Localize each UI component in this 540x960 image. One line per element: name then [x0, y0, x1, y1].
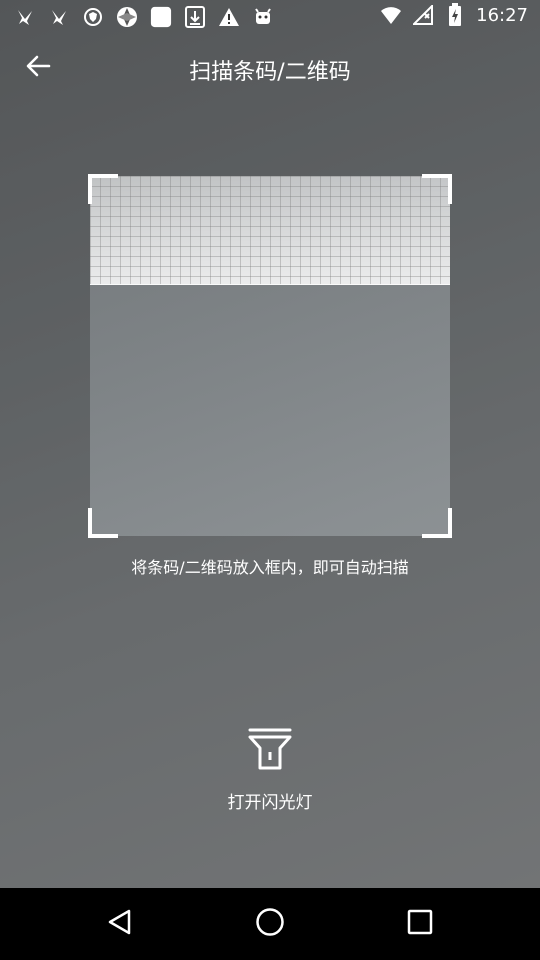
bird-icon: [14, 6, 36, 28]
bird-icon: [48, 6, 70, 28]
battery-charging-icon: [444, 3, 466, 26]
nav-home-button[interactable]: [240, 902, 300, 946]
flashlight-label: 打开闪光灯: [227, 793, 313, 813]
dim-left: [0, 176, 90, 536]
nav-back-icon: [106, 908, 134, 940]
frame-corner-bottom-right: [422, 508, 452, 538]
app-bar: 扫描条码/二维码: [0, 36, 540, 100]
nav-recents-button[interactable]: [390, 902, 450, 946]
frame-corner-bottom-left: [88, 508, 118, 538]
nav-home-icon: [255, 907, 285, 941]
warning-icon: [218, 6, 240, 28]
navigation-bar: [0, 888, 540, 960]
android-icon: [252, 6, 274, 28]
flashlight-button[interactable]: 打开闪光灯: [210, 726, 330, 818]
dim-bottom: [0, 536, 540, 888]
wifi-icon: [380, 4, 402, 26]
nav-recents-icon: [407, 909, 433, 939]
status-bar: 16:27: [0, 0, 540, 36]
scan-line: [90, 176, 450, 285]
download-icon: [184, 6, 206, 28]
page-title: 扫描条码/二维码: [189, 60, 351, 85]
no-sim-icon: [412, 4, 434, 26]
dim-right: [450, 176, 540, 536]
scan-frame: [88, 174, 452, 538]
nav-back-button[interactable]: [90, 902, 150, 946]
scan-hint: 将条码/二维码放入框内，即可自动扫描: [131, 558, 409, 577]
frame-corner-top-left: [88, 174, 118, 204]
system-icons: 16:27: [380, 3, 528, 26]
notification-icons: [14, 6, 274, 28]
status-time: 16:27: [476, 4, 528, 26]
frame-corner-top-right: [422, 174, 452, 204]
shield-icon: [82, 6, 104, 28]
flashlight-icon: [247, 726, 293, 776]
square-icon: [150, 6, 172, 28]
aperture-icon: [116, 6, 138, 28]
